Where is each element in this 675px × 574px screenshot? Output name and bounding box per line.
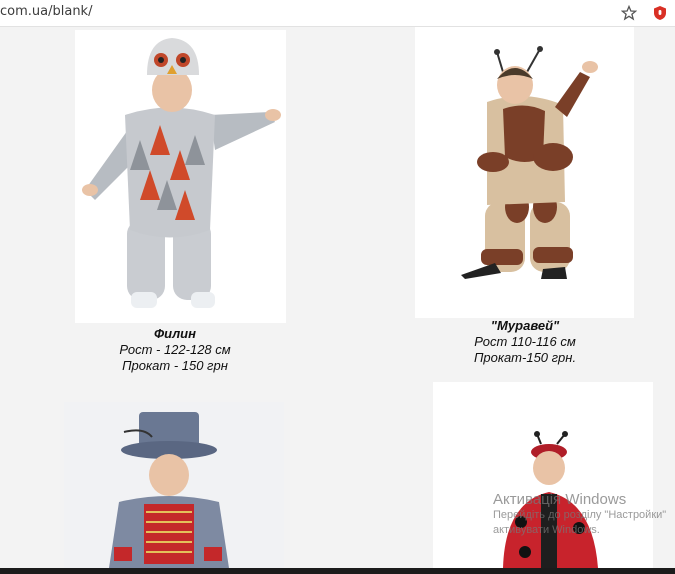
product-height: Рост 110-116 см xyxy=(474,334,576,349)
owl-costume-photo[interactable] xyxy=(75,30,286,323)
page-content: Филин Рост - 122-128 см Прокат - 150 грн xyxy=(0,27,675,568)
product-name[interactable]: Филин xyxy=(95,326,255,342)
watermark-line-1: Перейдіть до розділу "Настройки" xyxy=(493,509,667,521)
ladybug-costume-photo[interactable] xyxy=(433,382,653,568)
ant-caption: "Муравей" Рост 110-116 см Прокат-150 грн… xyxy=(445,318,605,366)
watermark-title: Активація Windows xyxy=(493,491,627,508)
product-height: Рост - 122-128 см xyxy=(119,342,231,357)
product-name[interactable]: "Муравей" xyxy=(445,318,605,334)
star-icon[interactable] xyxy=(621,5,637,21)
address-bar[interactable]: com.ua/blank/ xyxy=(0,0,675,27)
windows-activation-watermark: Активація Windows Перейдіть до розділу "… xyxy=(493,491,666,538)
taskbar-strip xyxy=(0,568,675,574)
url-text[interactable]: com.ua/blank/ xyxy=(0,4,92,19)
product-rental: Прокат - 150 грн xyxy=(122,358,228,373)
shield-extension-icon[interactable] xyxy=(652,5,668,21)
owl-caption: Филин Рост - 122-128 см Прокат - 150 грн xyxy=(95,326,255,374)
ant-costume-photo[interactable] xyxy=(415,27,634,318)
hussar-costume-photo[interactable] xyxy=(64,402,284,568)
product-rental: Прокат-150 грн. xyxy=(473,350,577,365)
watermark-line-2: активувати Windows. xyxy=(493,524,600,536)
